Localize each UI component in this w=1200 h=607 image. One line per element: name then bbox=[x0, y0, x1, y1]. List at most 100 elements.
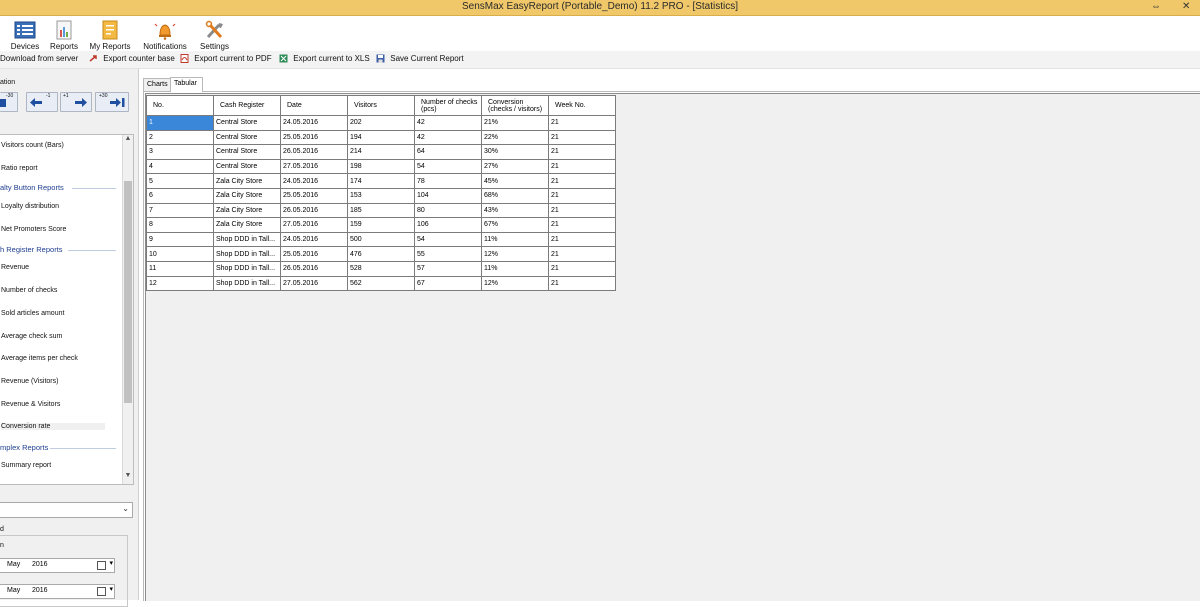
table-cell[interactable]: Central Store bbox=[213, 115, 281, 131]
table-cell[interactable]: 21 bbox=[548, 217, 616, 233]
column-header-cash-register[interactable]: Cash Register bbox=[213, 95, 281, 116]
dropdown-arrow-icon[interactable]: ▾ bbox=[109, 559, 113, 567]
table-row[interactable]: 6 Zala City Store 25.05.2016 153 104 68% 21 bbox=[146, 187, 616, 204]
table-cell[interactable]: Zala City Store bbox=[213, 187, 281, 204]
table-cell[interactable]: 54 bbox=[414, 231, 482, 248]
date-from-picker[interactable]: May 2016 ▾ bbox=[0, 558, 115, 573]
table-cell[interactable]: 3 bbox=[146, 144, 214, 160]
table-cell[interactable]: Zala City Store bbox=[213, 202, 281, 219]
table-cell[interactable]: Central Store bbox=[213, 129, 281, 146]
table-cell[interactable]: 27.05.2016 bbox=[280, 275, 348, 292]
table-cell[interactable]: 78 bbox=[414, 173, 482, 189]
table-cell[interactable]: 159 bbox=[347, 217, 415, 233]
table-cell[interactable]: 12 bbox=[146, 275, 214, 292]
table-cell[interactable]: 214 bbox=[347, 144, 415, 160]
notifications-button[interactable]: Notifications bbox=[141, 18, 189, 51]
table-cell[interactable]: 68% bbox=[481, 187, 549, 204]
table-cell[interactable]: 106 bbox=[414, 217, 482, 233]
report-item-selected[interactable]: Conversion rate bbox=[1, 423, 105, 430]
table-cell[interactable]: Zala City Store bbox=[213, 217, 281, 233]
report-item[interactable]: Revenue & Visitors bbox=[1, 401, 60, 408]
table-cell[interactable]: Shop DDD in Tall... bbox=[213, 275, 281, 292]
restore-icon[interactable]: ⇔ bbox=[1151, 1, 1161, 12]
table-cell[interactable]: 21 bbox=[548, 115, 616, 131]
table-cell[interactable]: 12% bbox=[481, 246, 549, 262]
table-cell[interactable]: 153 bbox=[347, 187, 415, 204]
nav-forward-30-button[interactable]: +30 bbox=[95, 92, 129, 112]
table-row[interactable]: 2 Central Store 25.05.2016 194 42 22% 21 bbox=[146, 129, 616, 146]
export-pdf-button[interactable]: Export current to PDF bbox=[180, 54, 272, 66]
column-header-conversion[interactable]: Conversion (checks / visitors) bbox=[481, 95, 549, 116]
table-cell[interactable]: 21 bbox=[548, 246, 616, 262]
table-cell[interactable]: 2 bbox=[146, 129, 214, 146]
report-selector[interactable]: ⌄ bbox=[0, 502, 133, 518]
table-cell[interactable]: 21 bbox=[548, 173, 616, 189]
download-from-server-button[interactable]: Download from server bbox=[0, 54, 78, 66]
report-item[interactable]: Summary report bbox=[1, 462, 51, 469]
table-cell[interactable]: Shop DDD in Tall... bbox=[213, 231, 281, 248]
table-cell[interactable]: 24.05.2016 bbox=[280, 115, 348, 131]
report-item[interactable]: Revenue (Visitors) bbox=[1, 378, 58, 385]
column-header-week-no[interactable]: Week No. bbox=[548, 95, 616, 116]
table-cell[interactable]: 528 bbox=[347, 260, 415, 277]
report-list-scrollbar[interactable]: ▲ ▼ bbox=[122, 135, 133, 484]
report-item[interactable]: Average items per check bbox=[1, 355, 78, 362]
table-cell[interactable]: 185 bbox=[347, 202, 415, 219]
tab-charts[interactable]: Charts bbox=[143, 78, 172, 91]
table-cell[interactable]: 30% bbox=[481, 144, 549, 160]
table-row[interactable]: 7 Zala City Store 26.05.2016 185 80 43% 21 bbox=[146, 202, 616, 219]
table-row[interactable]: 4 Central Store 27.05.2016 198 54 27% 21 bbox=[146, 158, 616, 175]
column-header-no[interactable]: No. bbox=[146, 95, 214, 116]
table-cell[interactable]: 11% bbox=[481, 231, 549, 248]
column-header-number-of-checks[interactable]: Number of checks (pcs) bbox=[414, 95, 482, 116]
table-cell[interactable]: 80 bbox=[414, 202, 482, 219]
table-cell[interactable]: 54 bbox=[414, 158, 482, 175]
report-item[interactable]: Ratio report bbox=[1, 165, 38, 172]
table-cell[interactable]: 8 bbox=[146, 217, 214, 233]
table-cell[interactable]: 67 bbox=[414, 275, 482, 292]
table-cell[interactable]: 21 bbox=[548, 275, 616, 292]
tab-tabular[interactable]: Tabular bbox=[170, 77, 203, 92]
table-cell[interactable]: 42 bbox=[414, 115, 482, 131]
report-item[interactable]: Revenue bbox=[1, 264, 29, 271]
table-row[interactable]: 3 Central Store 26.05.2016 214 64 30% 21 bbox=[146, 144, 616, 160]
table-row[interactable]: 12 Shop DDD in Tall... 27.05.2016 562 67 12% 2… bbox=[146, 275, 616, 292]
calendar-icon[interactable] bbox=[97, 561, 106, 570]
table-cell[interactable]: 6 bbox=[146, 187, 214, 204]
export-counter-base-button[interactable]: Export counter base bbox=[89, 54, 175, 66]
nav-back-30-button[interactable]: -30 bbox=[0, 92, 18, 112]
table-cell[interactable]: 562 bbox=[347, 275, 415, 292]
column-header-visitors[interactable]: Visitors bbox=[347, 95, 415, 116]
table-cell[interactable]: 12% bbox=[481, 275, 549, 292]
my-reports-button[interactable]: My Reports bbox=[88, 18, 132, 51]
table-cell[interactable]: 45% bbox=[481, 173, 549, 189]
table-cell[interactable]: 21% bbox=[481, 115, 549, 131]
table-cell[interactable]: 26.05.2016 bbox=[280, 202, 348, 219]
table-cell[interactable]: 27% bbox=[481, 158, 549, 175]
table-cell[interactable]: Central Store bbox=[213, 144, 281, 160]
table-cell[interactable]: 7 bbox=[146, 202, 214, 219]
devices-button[interactable]: Devices bbox=[6, 18, 44, 51]
table-cell[interactable]: 21 bbox=[548, 260, 616, 277]
table-cell[interactable]: 25.05.2016 bbox=[280, 246, 348, 262]
table-cell[interactable]: 9 bbox=[146, 231, 214, 248]
report-item[interactable]: Loyalty distribution bbox=[1, 203, 59, 210]
table-cell[interactable]: 202 bbox=[347, 115, 415, 131]
table-cell[interactable]: 21 bbox=[548, 144, 616, 160]
nav-back-1-button[interactable]: -1 bbox=[26, 92, 58, 112]
table-cell[interactable]: 11% bbox=[481, 260, 549, 277]
table-cell[interactable]: 5 bbox=[146, 173, 214, 189]
table-row[interactable]: 5 Zala City Store 24.05.2016 174 78 45% 21 bbox=[146, 173, 616, 189]
table-row[interactable]: 10 Shop DDD in Tall... 25.05.2016 476 55 12% 2… bbox=[146, 246, 616, 262]
table-cell[interactable]: 25.05.2016 bbox=[280, 187, 348, 204]
table-cell[interactable]: 24.05.2016 bbox=[280, 231, 348, 248]
table-cell[interactable]: 27.05.2016 bbox=[280, 158, 348, 175]
date-to-picker[interactable]: May 2016 ▾ bbox=[0, 584, 115, 599]
table-cell[interactable]: 10 bbox=[146, 246, 214, 262]
table-cell[interactable]: 21 bbox=[548, 231, 616, 248]
save-current-report-button[interactable]: Save Current Report bbox=[376, 54, 464, 66]
report-item[interactable]: Net Promoters Score bbox=[1, 226, 66, 233]
table-cell[interactable]: Shop DDD in Tall... bbox=[213, 246, 281, 262]
settings-button[interactable]: Settings bbox=[197, 18, 232, 51]
table-cell[interactable]: 55 bbox=[414, 246, 482, 262]
